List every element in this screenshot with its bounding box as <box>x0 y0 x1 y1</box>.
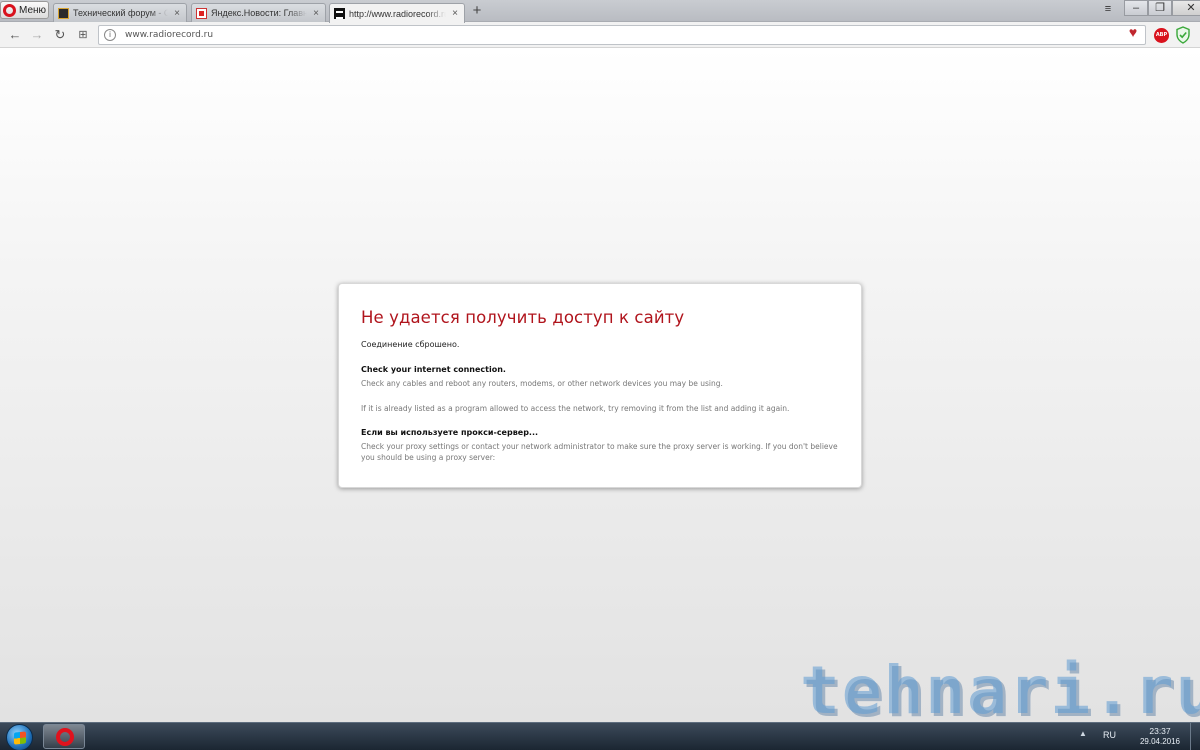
show-desktop-button[interactable] <box>1190 723 1200 750</box>
clock-date: 29.04.2016 <box>1139 737 1181 746</box>
error-title: Не удается получить доступ к сайту <box>361 308 685 327</box>
start-button[interactable] <box>6 724 33 750</box>
tab-close-icon[interactable]: × <box>311 8 321 19</box>
browser-toolbar: ← → ↻ ⊞ i www.radiorecord.ru ♥ ABP <box>0 22 1200 48</box>
forward-arrow-icon[interactable]: → <box>28 26 46 44</box>
tab-title: Яндекс.Новости: Главные <box>211 8 307 18</box>
tab-technical-forum[interactable]: Технический форум - Сиб × <box>53 3 187 22</box>
tab-yandex-news[interactable]: Яндекс.Новости: Главные × <box>191 3 326 22</box>
radiorecord-favicon-icon <box>334 8 345 19</box>
menu-label: Меню <box>19 4 47 16</box>
check-connection-heading: Check your internet connection. <box>361 365 506 374</box>
site-info-icon[interactable]: i <box>104 29 116 41</box>
opera-logo-icon <box>56 728 74 746</box>
opera-menu-button[interactable]: Меню <box>0 1 49 19</box>
maximize-button[interactable]: ❐ <box>1148 0 1172 16</box>
tab-strip: Меню Технический форум - Сиб × Яндекс.Но… <box>0 0 1200 23</box>
windows-taskbar: ▲ RU 23:37 29.04.2016 <box>0 722 1200 750</box>
firewall-text: If it is already listed as a program all… <box>361 404 790 413</box>
back-arrow-icon[interactable]: ← <box>6 26 24 44</box>
proxy-heading: Если вы используете прокси-сервер... <box>361 428 539 437</box>
security-shield-icon[interactable] <box>1175 26 1191 44</box>
minimize-button[interactable]: – <box>1124 0 1148 16</box>
forum-favicon-icon <box>58 7 69 19</box>
new-tab-button[interactable]: + <box>470 3 484 19</box>
tab-close-icon[interactable]: × <box>172 8 182 19</box>
tab-title: Технический форум - Сиб <box>73 8 168 18</box>
bookmark-heart-icon[interactable]: ♥ <box>1125 25 1141 39</box>
system-clock[interactable]: 23:37 29.04.2016 <box>1138 726 1182 747</box>
adblock-plus-icon[interactable]: ABP <box>1154 28 1169 43</box>
language-indicator[interactable]: RU <box>1103 730 1116 740</box>
opera-logo-icon <box>3 3 16 17</box>
proxy-text: Check your proxy settings or contact you… <box>361 442 838 462</box>
taskbar-opera-button[interactable] <box>43 724 85 749</box>
address-text[interactable]: www.radiorecord.ru <box>125 30 213 40</box>
error-subtitle: Соединение сброшено. <box>361 340 460 349</box>
watermark-logo: tehnari.ru <box>800 652 1200 729</box>
error-card: Не удается получить доступ к сайту Соеди… <box>338 283 862 488</box>
address-bar[interactable]: i www.radiorecord.ru <box>98 25 1146 45</box>
speed-dial-grid-icon[interactable]: ⊞ <box>74 26 92 44</box>
tab-menu-icon[interactable]: ≡ <box>1100 3 1116 19</box>
reload-icon[interactable]: ↻ <box>51 26 69 44</box>
tab-radiorecord[interactable]: http://www.radiorecord.ru × <box>329 3 465 23</box>
tab-title: http://www.radiorecord.ru <box>349 8 446 19</box>
check-connection-text: Check any cables and reboot any routers,… <box>361 379 723 388</box>
tab-close-icon[interactable]: × <box>450 8 460 19</box>
close-window-button[interactable]: ✕ <box>1172 0 1200 16</box>
tray-expand-icon[interactable]: ▲ <box>1078 729 1088 741</box>
clock-time: 23:37 <box>1149 726 1171 736</box>
page-viewport: Не удается получить доступ к сайту Соеди… <box>0 48 1200 729</box>
yandex-favicon-icon <box>196 7 207 19</box>
